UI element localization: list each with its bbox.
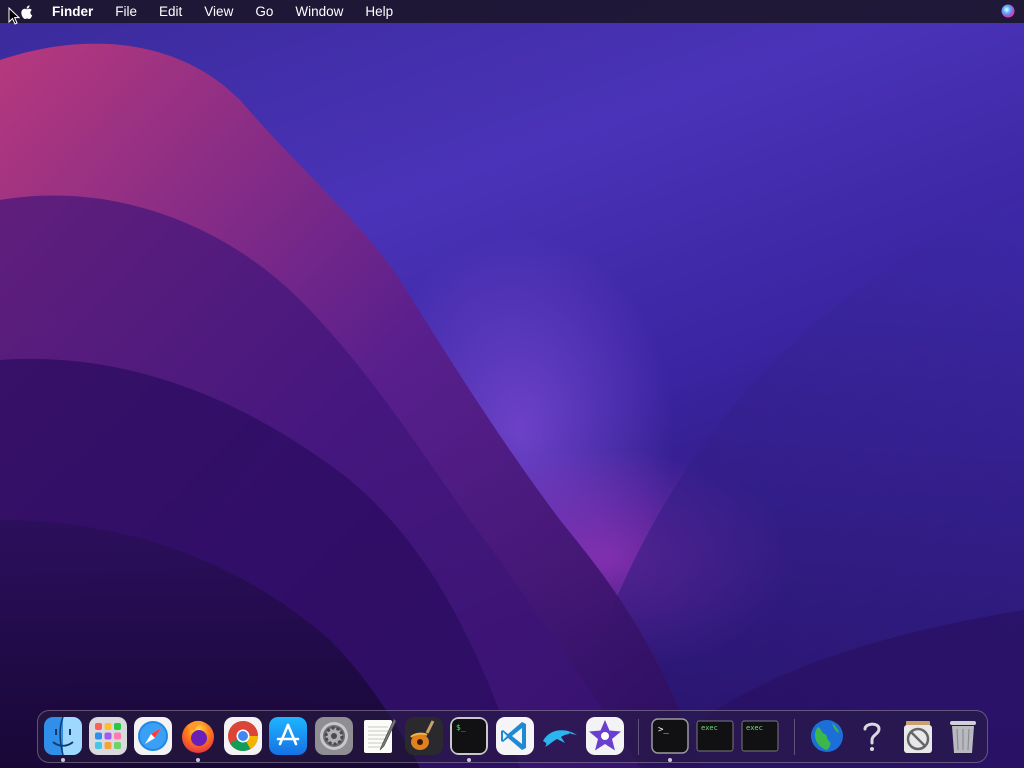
imovie-icon[interactable] — [586, 717, 624, 755]
textedit-icon[interactable] — [360, 717, 398, 755]
running-indicator — [196, 758, 200, 762]
dock: $_ >_ exec exec — [37, 710, 988, 763]
menu-edit[interactable]: Edit — [159, 4, 182, 19]
svg-text:$_: $_ — [456, 723, 466, 732]
apple-logo-icon[interactable] — [18, 3, 34, 21]
terminal-icon[interactable]: $_ — [450, 717, 488, 755]
exec-icon[interactable]: exec — [696, 717, 734, 755]
system-preferences-icon[interactable] — [315, 717, 353, 755]
menu-view[interactable]: View — [204, 4, 233, 19]
terminal-prompt-label: >_ — [658, 725, 669, 735]
menu-app-name[interactable]: Finder — [52, 4, 93, 19]
menu-go[interactable]: Go — [255, 4, 273, 19]
chrome-icon[interactable] — [224, 717, 262, 755]
question-mark-icon[interactable] — [853, 717, 891, 755]
mouse-cursor-icon — [8, 7, 20, 25]
launchpad-icon[interactable] — [89, 717, 127, 755]
app-store-icon[interactable] — [269, 717, 307, 755]
safari-icon[interactable] — [134, 717, 172, 755]
vscode-icon[interactable] — [496, 717, 534, 755]
running-indicator — [668, 758, 672, 762]
garageband-icon[interactable] — [405, 717, 443, 755]
menu-file[interactable]: File — [115, 4, 137, 19]
running-indicator — [467, 758, 471, 762]
dolphin-icon[interactable] — [541, 717, 579, 755]
no-entry-icon[interactable] — [899, 717, 937, 755]
exec-label: exec — [746, 724, 763, 732]
exec-label: exec — [701, 724, 718, 732]
trash-icon[interactable] — [944, 717, 982, 755]
terminal-prompt-icon[interactable]: >_ — [651, 717, 689, 755]
firefox-icon[interactable] — [179, 717, 217, 755]
menu-bar: Finder File Edit View Go Window Help — [0, 0, 1024, 23]
dock-separator — [794, 719, 795, 755]
wallpaper-mountains — [0, 43, 1024, 768]
finder-icon[interactable] — [44, 717, 82, 755]
menu-help[interactable]: Help — [365, 4, 393, 19]
siri-icon[interactable] — [1000, 3, 1016, 19]
running-indicator — [61, 758, 65, 762]
menu-window[interactable]: Window — [295, 4, 343, 19]
globe-icon[interactable] — [808, 717, 846, 755]
dock-separator — [638, 719, 639, 755]
desktop-wallpaper — [0, 0, 1024, 768]
exec-icon[interactable]: exec — [741, 717, 779, 755]
